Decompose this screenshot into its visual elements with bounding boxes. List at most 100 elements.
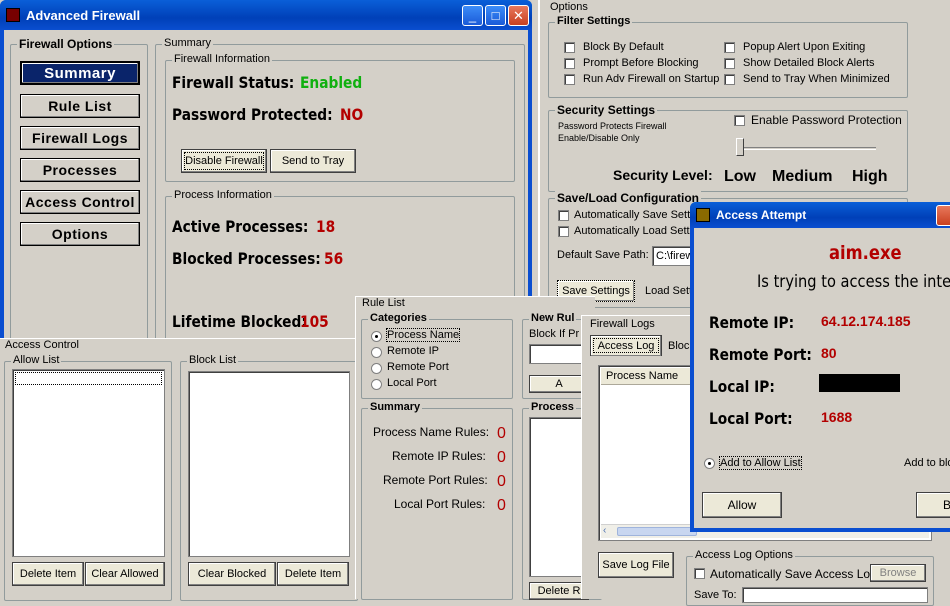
security-settings-legend: Security Settings <box>555 103 658 117</box>
level-medium: Medium <box>772 168 833 185</box>
nav-options-button[interactable]: Options <box>20 222 140 246</box>
close-icon[interactable]: ✕ <box>508 5 529 26</box>
nav-rule-list-button[interactable]: Rule List <box>20 94 140 118</box>
nav-firewall-logs-button[interactable]: Firewall Logs <box>20 126 140 150</box>
nav-summary-button[interactable]: Summary <box>20 61 140 85</box>
nav-processes-button[interactable]: Processes <box>20 158 140 182</box>
block-by-default-checkbox[interactable] <box>564 42 575 53</box>
popup-alert-label: Popup Alert Upon Exiting <box>743 41 866 53</box>
save-to-input[interactable] <box>742 587 928 603</box>
maximize-icon[interactable]: □ <box>485 5 506 26</box>
alert-titlebar: Access Attempt <box>690 202 950 228</box>
add-to-block-label[interactable]: Add to blo <box>904 457 950 469</box>
allow-list-focus-row[interactable] <box>15 372 162 385</box>
auto-save-log-checkbox[interactable] <box>694 568 705 579</box>
level-high: High <box>852 168 888 185</box>
popup-alert-checkbox[interactable] <box>724 42 735 53</box>
clear-blocked-button[interactable]: Clear Blocked <box>188 562 276 586</box>
allow-delete-item-button[interactable]: Delete Item <box>12 562 84 586</box>
security-slider-thumb[interactable] <box>736 138 744 156</box>
access-log-options-legend: Access Log Options <box>693 549 795 561</box>
enable-password-checkbox[interactable] <box>734 115 745 126</box>
delete-rule-button[interactable]: Delete R <box>529 582 589 600</box>
local-ip-redacted <box>819 374 900 392</box>
security-note-2: Enable/Disable Only <box>558 133 640 143</box>
category-local-port-radio[interactable] <box>371 379 382 390</box>
filter-settings-legend: Filter Settings <box>555 15 633 27</box>
add-to-allow-label: Add to Allow List <box>719 456 802 470</box>
auto-load-settings-checkbox[interactable] <box>558 226 569 237</box>
local-port-rules-value: 0 <box>497 497 506 514</box>
prompt-before-blocking-label: Prompt Before Blocking <box>583 57 699 69</box>
save-to-label: Save To: <box>694 589 737 601</box>
process-list-box[interactable] <box>529 417 589 577</box>
nav-access-control-button[interactable]: Access Control <box>20 190 140 214</box>
run-on-startup-checkbox[interactable] <box>564 74 575 85</box>
save-log-file-button[interactable]: Save Log File <box>598 552 674 578</box>
access-control-window: Access Control Allow List Delete Item Cl… <box>0 338 364 601</box>
minimize-icon[interactable]: _ <box>462 5 483 26</box>
save-load-legend: Save/Load Configuration <box>555 191 702 205</box>
browse-button[interactable]: Browse <box>870 564 926 582</box>
scroll-thumb[interactable] <box>617 527 697 536</box>
category-local-port-label: Local Port <box>387 377 437 389</box>
alert-app-icon <box>696 208 710 222</box>
add-rule-button[interactable]: A <box>529 375 589 393</box>
security-level-label: Security Level: <box>613 167 713 183</box>
load-settings-button[interactable]: Load Setti <box>645 285 695 297</box>
category-remote-ip-radio[interactable] <box>371 347 382 358</box>
scroll-left-icon[interactable]: ‹ <box>603 525 606 536</box>
clear-allowed-button[interactable]: Clear Allowed <box>85 562 165 586</box>
prompt-before-blocking-checkbox[interactable] <box>564 58 575 69</box>
alert-close-icon[interactable] <box>936 205 950 226</box>
category-remote-port-radio[interactable] <box>371 363 382 374</box>
disable-firewall-button[interactable]: Disable Firewall <box>181 149 267 173</box>
remote-port-value: 80 <box>821 345 837 361</box>
remote-ip-rules-value: 0 <box>497 449 506 466</box>
log-column-process-name: Process Name <box>606 370 679 382</box>
active-processes-label: Active Processes: <box>172 217 309 236</box>
add-to-allow-radio[interactable] <box>704 458 715 469</box>
main-title: Advanced Firewall <box>26 7 141 23</box>
blocked-processes-value: 56 <box>324 249 344 268</box>
alert-title: Access Attempt <box>716 208 807 222</box>
access-control-title: Access Control <box>5 339 79 351</box>
log-column-header[interactable]: Process Name <box>601 368 701 385</box>
firewall-status-label: Firewall Status: <box>172 73 295 92</box>
auto-save-settings-checkbox[interactable] <box>558 210 569 221</box>
tab-access-log[interactable]: Access Log <box>590 335 662 356</box>
local-port-rules-label: Local Port Rules: <box>394 497 486 511</box>
auto-save-settings-label: Automatically Save Setti <box>574 209 693 221</box>
send-to-tray-checkbox[interactable] <box>724 74 735 85</box>
block-list-box[interactable] <box>188 371 350 557</box>
new-rule-input[interactable] <box>529 344 589 364</box>
block-delete-item-button[interactable]: Delete Item <box>277 562 349 586</box>
firewall-status-value: Enabled <box>300 73 363 92</box>
local-port-value: 1688 <box>821 409 853 425</box>
allow-list-legend: Allow List <box>11 354 62 366</box>
process-info-legend: Process Information <box>172 189 274 201</box>
save-path-value: C:\firew <box>656 250 694 262</box>
block-if-label: Block If Pr <box>529 328 580 340</box>
auto-save-log-label: Automatically Save Access Log <box>710 567 877 581</box>
remote-port-rules-label: Remote Port Rules: <box>383 473 488 487</box>
detailed-alerts-checkbox[interactable] <box>724 58 735 69</box>
security-slider-track <box>740 147 876 150</box>
remote-ip-rules-label: Remote IP Rules: <box>392 449 486 463</box>
allow-button[interactable]: Allow <box>702 492 782 518</box>
blocked-processes-label: Blocked Processes: <box>172 249 321 268</box>
send-to-tray-button[interactable]: Send to Tray <box>270 149 356 173</box>
security-note-1: Password Protects Firewall <box>558 121 667 131</box>
categories-legend: Categories <box>368 312 429 324</box>
enable-password-label: Enable Password Protection <box>751 113 902 127</box>
block-button[interactable]: B <box>916 492 950 518</box>
category-process-name-radio[interactable] <box>371 331 382 342</box>
auto-load-settings-label: Automatically Load Settir <box>574 225 696 237</box>
main-titlebar: Advanced Firewall <box>0 0 532 30</box>
remote-ip-label: Remote IP: <box>709 313 795 332</box>
summary-legend: Summary <box>162 37 214 49</box>
new-rule-legend: New Rul <box>529 312 577 324</box>
level-low: Low <box>724 168 756 185</box>
allow-list-box[interactable] <box>12 369 165 557</box>
send-to-tray-label: Send to Tray When Minimized <box>743 73 890 85</box>
